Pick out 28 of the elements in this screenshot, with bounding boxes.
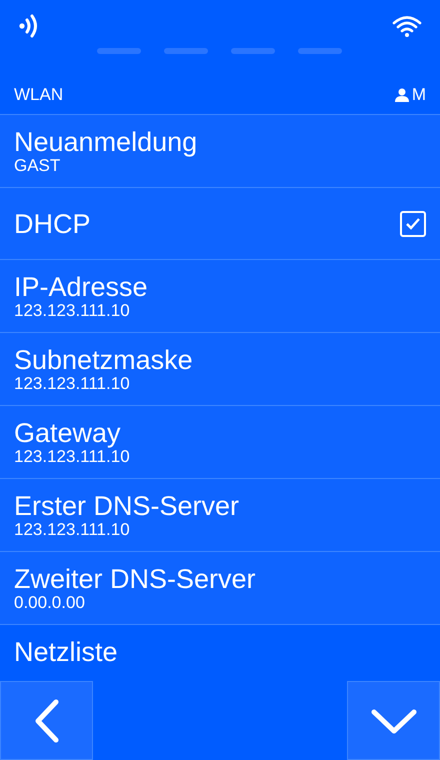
setting-label: Neuanmeldung — [14, 127, 198, 157]
settings-row[interactable]: Zweiter DNS-Server 0.00.0.00 — [0, 552, 440, 625]
setting-label: Zweiter DNS-Server — [14, 564, 257, 594]
setting-label: Subnetzmaske — [14, 345, 194, 375]
screen-title: WLAN — [14, 84, 64, 104]
setting-value: 123.123.111.10 — [14, 448, 131, 466]
back-button[interactable] — [0, 681, 93, 760]
setting-value: 123.123.111.10 — [14, 521, 131, 539]
scroll-down-button[interactable] — [347, 681, 440, 760]
settings-row[interactable]: DHCP — [0, 188, 440, 260]
setting-label: Gateway — [14, 418, 122, 448]
settings-row[interactable]: Erster DNS-Server 123.123.111.10 — [0, 479, 440, 552]
setting-label: Erster DNS-Server — [14, 491, 240, 521]
menu-item[interactable]: Netzliste — [14, 637, 426, 667]
wifi-icon — [392, 14, 422, 38]
checkbox[interactable] — [400, 210, 426, 236]
setting-label: IP-Adresse — [14, 272, 149, 302]
setting-value: 0.00.0.00 — [14, 594, 86, 612]
settings-row[interactable]: Gateway 123.123.111.10 — [0, 406, 440, 479]
setting-label: DHCP — [14, 208, 91, 238]
user-icon — [394, 88, 409, 102]
setting-value: GAST — [14, 157, 60, 175]
settings-row[interactable]: Subnetzmaske 123.123.111.10 — [0, 333, 440, 406]
settings-row[interactable]: IP-Adresse 123.123.111.10 — [0, 260, 440, 333]
user-initial: M — [412, 84, 426, 104]
setting-value: 123.123.111.10 — [14, 302, 131, 320]
setting-value: 123.123.111.10 — [14, 375, 131, 393]
settings-row[interactable]: Neuanmeldung GAST — [0, 115, 440, 188]
